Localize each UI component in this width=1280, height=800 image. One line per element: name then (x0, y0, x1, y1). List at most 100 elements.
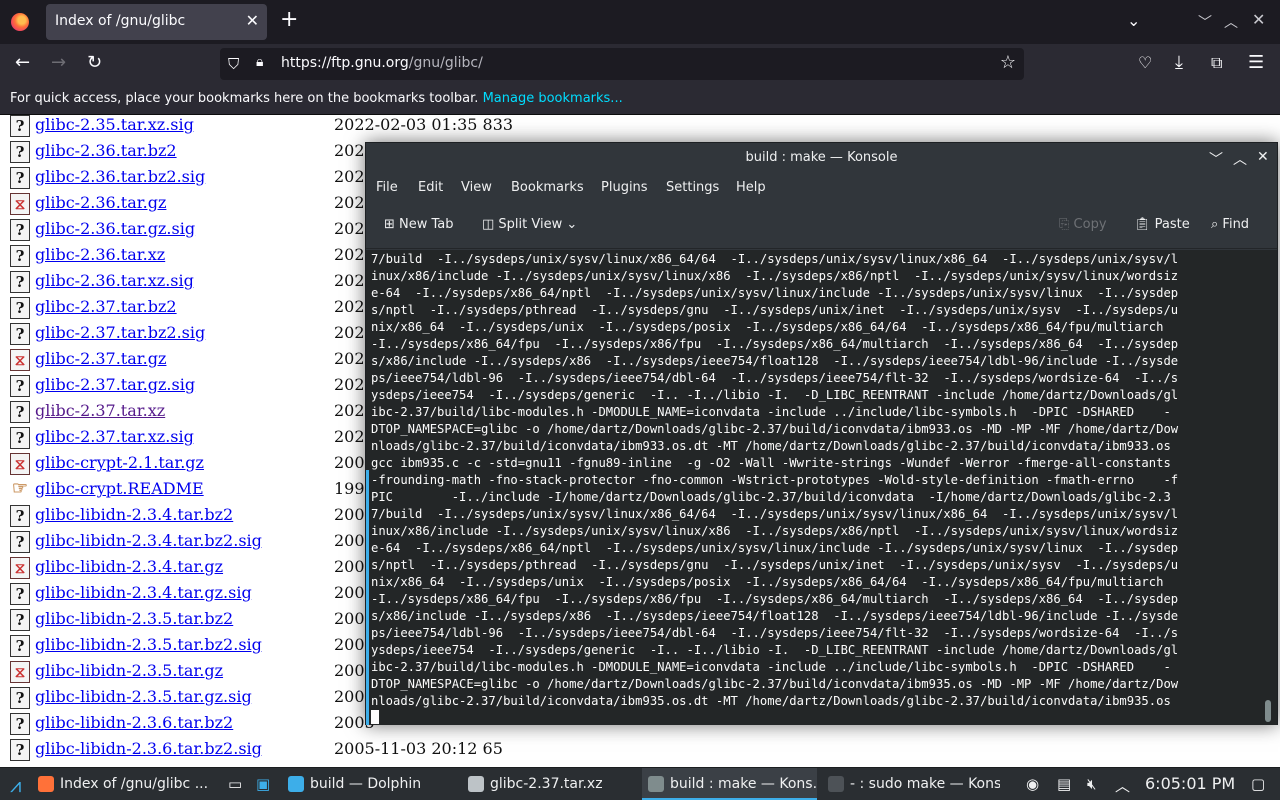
konsole-close-icon[interactable]: ✕ (1257, 149, 1269, 165)
file-link[interactable]: glibc-libidn-2.3.5.tar.bz2 (35, 609, 233, 628)
extensions-icon[interactable]: ⧉ (1211, 53, 1222, 73)
taskbar-task[interactable]: Index of /gnu/glibc ... (32, 768, 207, 800)
volume-muted-icon[interactable]: 🔇︎ (1087, 775, 1096, 793)
file-link[interactable]: glibc-crypt.README (35, 479, 204, 498)
file-link[interactable]: glibc-2.36.tar.xz.sig (35, 271, 194, 290)
bookmark-star-icon[interactable]: ☆ (1000, 52, 1016, 73)
file-link[interactable]: glibc-2.37.tar.gz.sig (35, 375, 195, 394)
taskbar-task[interactable]: build : make — Kons... (642, 768, 817, 800)
file-link[interactable]: glibc-libidn-2.3.6.tar.bz2 (35, 713, 233, 732)
taskbar-task-label: - : sudo make — Kons... (850, 776, 1000, 792)
menu-item-file[interactable]: File (376, 180, 398, 195)
file-link[interactable]: glibc-libidn-2.3.6.tar.bz2.sig (35, 739, 262, 758)
compressed-file-icon: ⧖ (10, 349, 30, 371)
copy-button[interactable]: ⎘ Copy (1059, 217, 1107, 232)
pager-icon[interactable]: ▭ (228, 775, 242, 793)
unknown-file-icon: ? (10, 375, 30, 397)
file-link[interactable]: glibc-2.37.tar.bz2.sig (35, 323, 205, 342)
accessibility-icon[interactable]: ◉ (1026, 775, 1039, 793)
browser-tab-active[interactable]: Index of /gnu/glibc ✕ (46, 4, 267, 40)
back-icon[interactable]: ← (15, 53, 30, 73)
file-link[interactable]: glibc-2.36.tar.gz (35, 193, 166, 212)
file-link[interactable]: glibc-2.36.tar.gz.sig (35, 219, 195, 238)
system-tray-expand-icon[interactable]: ︿ (1115, 775, 1130, 796)
konsole-maximize-icon[interactable]: ︿ (1233, 149, 1247, 169)
terminal-line: ysdeps/ieee754 -I../sysdeps/generic -I..… (371, 643, 1179, 657)
menu-item-plugins[interactable]: Plugins (601, 180, 648, 195)
terminal-scrollbar[interactable] (1265, 700, 1271, 722)
unknown-file-icon: ? (10, 531, 30, 553)
menu-item-bookmarks[interactable]: Bookmarks (511, 180, 584, 195)
terminal-line: ps/ieee754/ldbl-96 -I../sysdeps/ieee754/… (371, 626, 1179, 640)
clock[interactable]: 6:05:01 PM (1145, 774, 1235, 793)
terminal-icon (648, 776, 664, 792)
clipboard-icon[interactable]: ▤ (1057, 775, 1071, 793)
konsole-window[interactable]: build : make — Konsole ﹀ ︿ ✕ File Edit Vie… (365, 142, 1278, 725)
file-link[interactable]: glibc-2.36.tar.bz2 (35, 141, 177, 160)
split-view-button[interactable]: ◫ Split View ⌄ (482, 217, 577, 232)
bookmarks-toolbar: For quick access, place your bookmarks h… (0, 86, 1280, 114)
reload-icon[interactable]: ↻ (87, 53, 102, 73)
tracking-protection-shield-icon[interactable]: ⛉ (228, 55, 239, 73)
file-link[interactable]: glibc-2.36.tar.bz2.sig (35, 167, 205, 186)
window-maximize-icon[interactable]: ︿ (1224, 12, 1238, 32)
terminal-line: -frounding-math -fno-stack-protector -fn… (371, 473, 1179, 487)
copy-label: Copy (1073, 217, 1107, 232)
menu-item-settings[interactable]: Settings (666, 180, 719, 195)
list-item: ? glibc-libidn-2.3.6.tar.bz2.sig 2005-11-0… (0, 739, 600, 765)
new-tab-button[interactable]: ⊞ New Tab (384, 217, 454, 232)
paste-button[interactable]: 📋︎ Paste (1134, 217, 1190, 232)
lock-icon[interactable]: 🔒︎ (256, 54, 263, 70)
pocket-icon[interactable]: ♡ (1138, 53, 1152, 73)
menu-hamburger-icon[interactable]: ☰ (1248, 53, 1264, 73)
manage-bookmarks-link[interactable]: Manage bookmarks... (483, 91, 623, 106)
tab-title: Index of /gnu/glibc (55, 13, 186, 29)
list-item: ? glibc-2.35.tar.xz.sig 2022-02-03 01:35 8… (0, 115, 600, 141)
file-link[interactable]: glibc-crypt-2.1.tar.gz (35, 453, 204, 472)
file-link[interactable]: glibc-2.37.tar.gz (35, 349, 166, 368)
firefox-icon (38, 776, 54, 792)
window-close-icon[interactable]: ✕ (1252, 10, 1265, 29)
terminal-output[interactable]: 7/build -I../sysdeps/unix/sysv/linux/x86… (366, 250, 1277, 725)
application-launcher-icon[interactable]: ⩘ (10, 773, 21, 797)
menu-item-help[interactable]: Help (736, 180, 766, 195)
url-text[interactable]: https://ftp.gnu.org/gnu/glibc/ (281, 55, 483, 71)
file-link[interactable]: glibc-libidn-2.3.5.tar.bz2.sig (35, 635, 262, 654)
file-link[interactable]: glibc-libidn-2.3.4.tar.bz2.sig (35, 531, 262, 550)
downloads-icon[interactable]: ⤓ (1175, 53, 1183, 73)
unknown-file-icon: ? (10, 115, 30, 137)
taskbar-task-label: glibc-2.37.tar.xz (490, 776, 603, 792)
terminal-cursor (371, 710, 379, 724)
file-link[interactable]: glibc-2.35.tar.xz.sig (35, 115, 194, 134)
konsole-titlebar[interactable]: build : make — Konsole ﹀ ︿ ✕ (366, 143, 1277, 173)
forward-icon[interactable]: → (51, 53, 66, 73)
menu-item-view[interactable]: View (461, 180, 492, 195)
compressed-file-icon: ⧖ (10, 193, 30, 215)
bookmarks-message: For quick access, place your bookmarks h… (10, 91, 479, 106)
find-button[interactable]: ⌕ Find (1211, 217, 1249, 232)
menu-item-edit[interactable]: Edit (418, 180, 443, 195)
url-bar[interactable]: ⛉ 🔒︎ https://ftp.gnu.org/gnu/glibc/ ☆ (220, 48, 1024, 80)
file-link[interactable]: glibc-2.37.tar.bz2 (35, 297, 177, 316)
file-link[interactable]: glibc-2.37.tar.xz (35, 401, 165, 420)
new-tab-icon[interactable]: + (280, 9, 298, 31)
taskbar-task[interactable]: glibc-2.37.tar.xz (462, 768, 637, 800)
firefox-logo-icon[interactable] (11, 13, 29, 31)
list-all-tabs-icon[interactable]: ⌄ (1127, 11, 1140, 30)
window-minimize-icon[interactable]: ﹀ (1198, 12, 1212, 32)
file-link[interactable]: glibc-2.36.tar.xz (35, 245, 165, 264)
tab-close-icon[interactable]: ✕ (246, 11, 259, 30)
file-link[interactable]: glibc-libidn-2.3.5.tar.gz (35, 661, 223, 680)
file-link[interactable]: glibc-2.37.tar.xz.sig (35, 427, 194, 446)
file-link[interactable]: glibc-libidn-2.3.5.tar.gz.sig (35, 687, 252, 706)
konsole-minimize-icon[interactable]: ﹀ (1209, 149, 1223, 169)
store-icon[interactable]: ▣ (256, 775, 270, 793)
file-link[interactable]: glibc-libidn-2.3.4.tar.gz.sig (35, 583, 252, 602)
taskbar-task[interactable]: - : sudo make — Kons... (822, 768, 1000, 800)
file-date: 2022-02-03 01:35 833 (334, 115, 514, 134)
file-link[interactable]: glibc-libidn-2.3.4.tar.bz2 (35, 505, 233, 524)
show-desktop-icon[interactable]: ▢ (1251, 775, 1265, 793)
konsole-menubar: File Edit View Bookmarks Plugins Settings Help (366, 173, 1277, 203)
taskbar-task[interactable]: build — Dolphin (282, 768, 457, 800)
file-link[interactable]: glibc-libidn-2.3.4.tar.gz (35, 557, 223, 576)
